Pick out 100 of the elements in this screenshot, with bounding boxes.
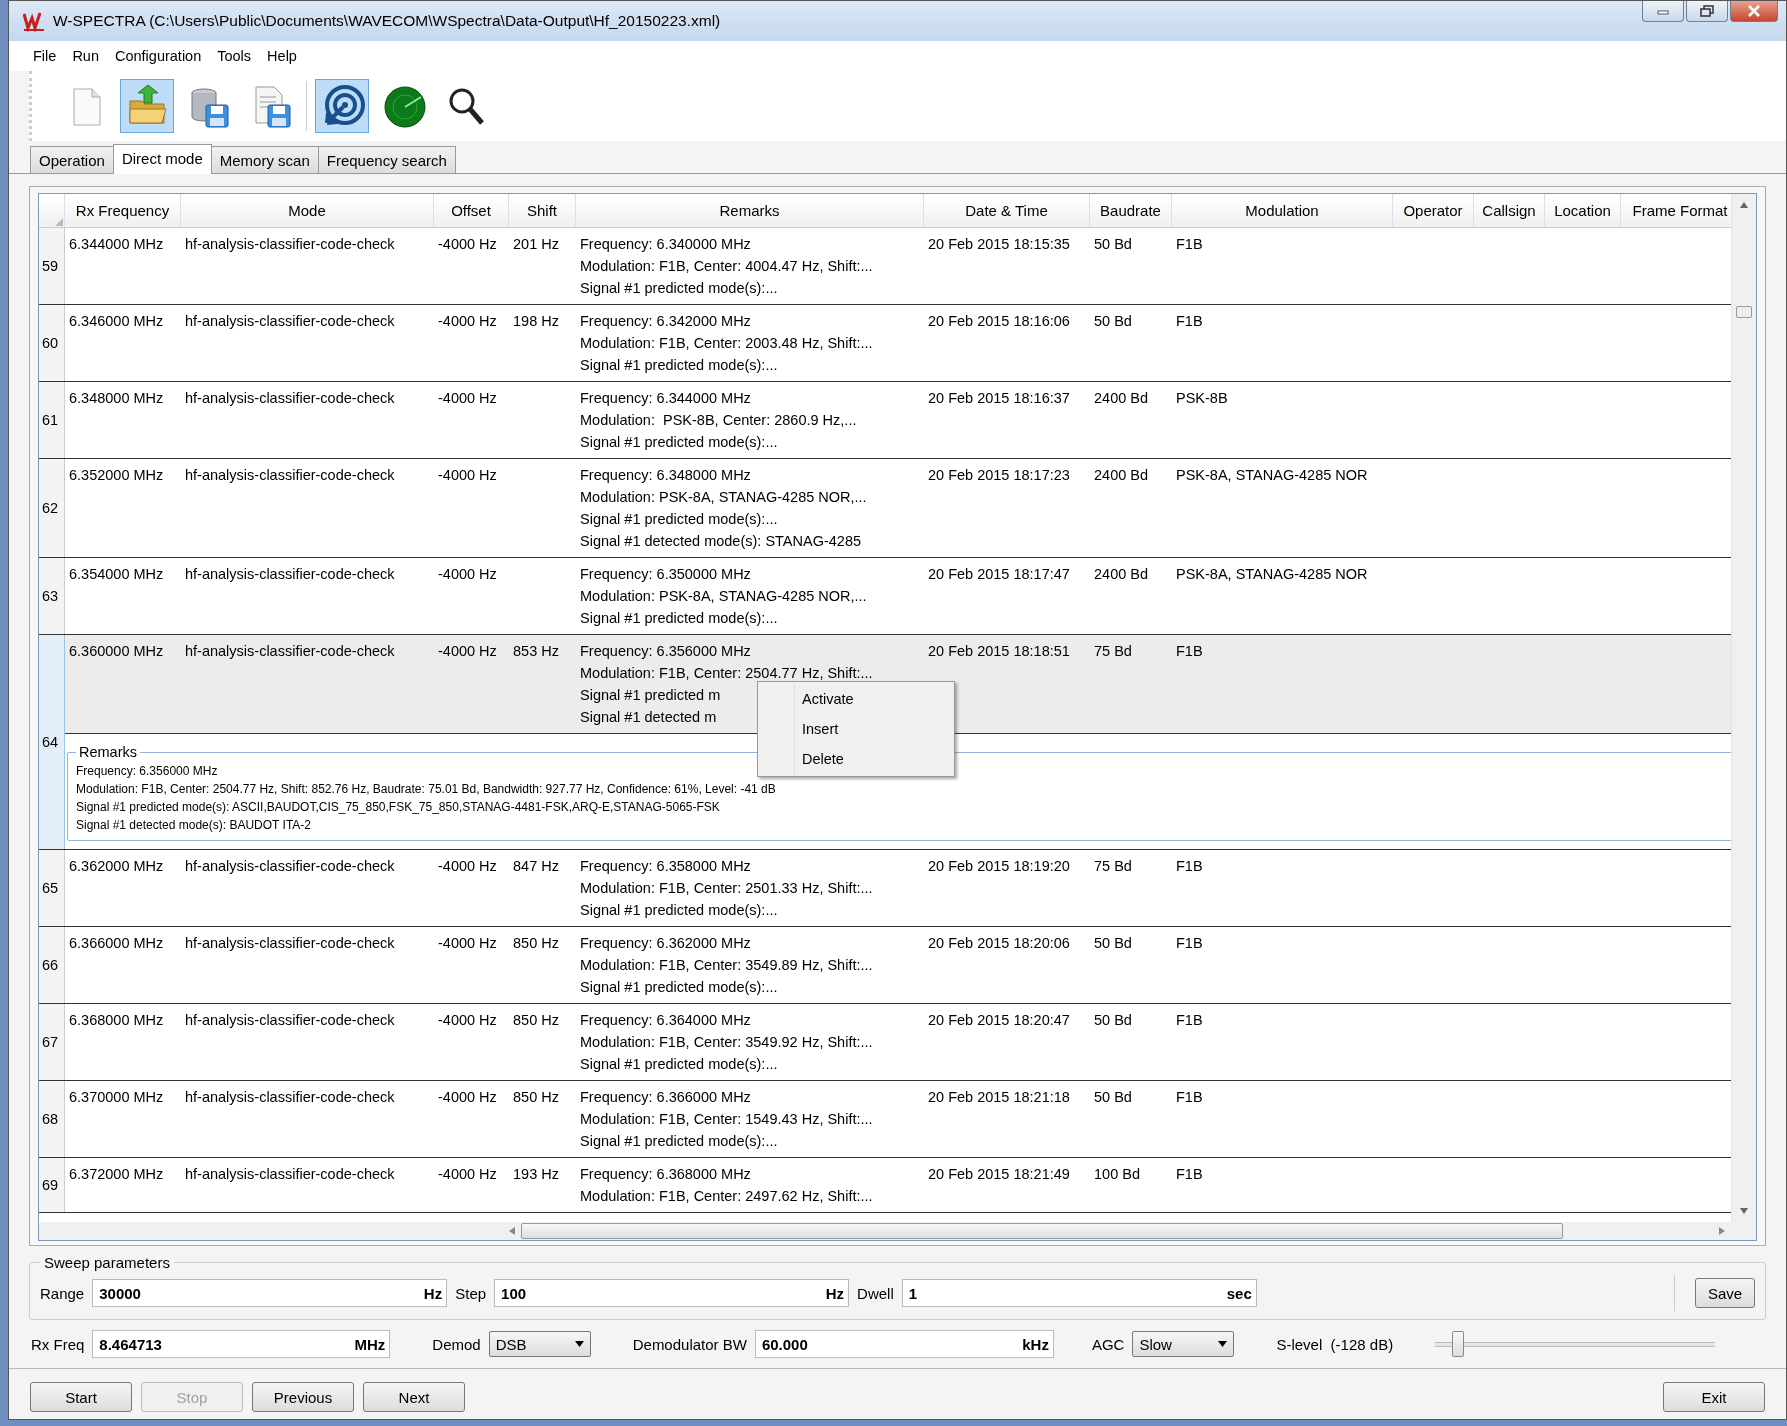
table-row[interactable]: 69 6.372000 MHz hf-analysis-classifier-code-check -4000 Hz 193 Hz Frequency: 6.368000 MHz Modulation: F1B, Center: 2497.62 Hz, Shift:... 20 Feb 2015 18:21:49 100 Bd F1B <box>39 1158 1731 1213</box>
remarks-detail-line: Signal #1 predicted mode(s): ASCII,BAUDOT,CIS_75_850,FSK_75_850,STANAG-4481-FSK,ARQ-E,STANAG-5065-FSK <box>76 800 720 814</box>
input-field[interactable]: 60.000 kHz <box>754 1330 1054 1358</box>
table-cell: 50 Bd <box>1094 1012 1132 1028</box>
table-cell: PSK-8A, STANAG-4285 NOR <box>1176 566 1368 582</box>
menu-item[interactable]: Tools <box>209 45 260 67</box>
menu-item[interactable]: File <box>25 45 65 67</box>
field-label: Demodulator BW <box>632 1335 747 1353</box>
column-header[interactable]: Modulation <box>1172 194 1393 227</box>
table-cell: F1B <box>1176 1012 1203 1028</box>
dropdown[interactable]: Slow <box>1132 1331 1235 1357</box>
vertical-scrollbar[interactable] <box>1731 194 1756 1222</box>
table-row[interactable]: 68 6.370000 MHz hf-analysis-classifier-code-check -4000 Hz 850 Hz Frequency: 6.366000 MHz Modulation: F1B, Center: 1549.43 Hz, Shift:... Signal #1 predicted mode(s):... 20 Feb 2015 18:21:18 50 Bd F1B <box>39 1081 1731 1158</box>
table-cell: hf-analysis-classifier-code-check <box>185 313 395 329</box>
row-number: 68 <box>42 1111 59 1127</box>
table-cell: 6.354000 MHz <box>69 566 164 582</box>
table-cell: 850 Hz <box>513 935 559 951</box>
action-button[interactable]: Previous <box>252 1382 354 1412</box>
minimize-icon <box>1657 7 1669 15</box>
menu-item[interactable]: Insert <box>760 714 952 744</box>
table-row[interactable]: 59 6.344000 MHz hf-analysis-classifier-code-check -4000 Hz 201 Hz Frequency: 6.340000 MHz Modulation: F1B, Center: 4004.47 Hz, Shift:... Signal #1 predicted mode(s):... 20 Feb 2015 18:15:35 50 Bd F1B <box>39 228 1731 305</box>
table-cell: 50 Bd <box>1094 1089 1132 1105</box>
table-cell: 75 Bd <box>1094 643 1132 659</box>
menu-item[interactable]: Help <box>259 45 305 67</box>
input-field[interactable]: 8.464713 MHz <box>92 1330 391 1358</box>
table-cell: hf-analysis-classifier-code-check <box>185 935 395 951</box>
table-cell: 6.366000 MHz <box>69 935 164 951</box>
table-row[interactable]: 66 6.366000 MHz hf-analysis-classifier-code-check -4000 Hz 850 Hz Frequency: 6.362000 MHz Modulation: F1B, Center: 3549.89 Hz, Shift:... Signal #1 predicted mode(s):... 20 Feb 2015 18:20:06 50 Bd F1B <box>39 927 1731 1004</box>
table-row[interactable]: 65 6.362000 MHz hf-analysis-classifier-code-check -4000 Hz 847 Hz Frequency: 6.358000 MHz Modulation: F1B, Center: 2501.33 Hz, Shift:... Signal #1 predicted mode(s):... 20 Feb 2015 18:19:20 75 Bd F1B <box>39 850 1731 927</box>
action-button[interactable]: Exit <box>1663 1382 1765 1412</box>
slider-thumb[interactable] <box>1451 1331 1464 1357</box>
table-cell: F1B <box>1176 643 1203 659</box>
maximize-button[interactable] <box>1686 1 1728 22</box>
table-cell: -4000 Hz <box>438 390 497 406</box>
column-header[interactable]: Operator <box>1393 194 1474 227</box>
table-row[interactable] <box>39 459 1731 558</box>
menu-item[interactable]: Activate <box>760 684 952 714</box>
row-number: 64 <box>42 734 59 750</box>
remarks-line: Signal #1 predicted mode(s):... <box>580 902 778 918</box>
table-cell: hf-analysis-classifier-code-check <box>185 1089 395 1105</box>
remarks-line: Frequency: 6.342000 MHz <box>580 313 751 329</box>
action-button[interactable]: Next <box>363 1382 465 1412</box>
table-cell: 20 Feb 2015 18:15:35 <box>928 236 1070 252</box>
row-number: 59 <box>42 258 59 274</box>
column-header[interactable]: Baudrate <box>1090 194 1172 227</box>
scroll-left-icon[interactable] <box>509 1227 515 1235</box>
scroll-down-icon[interactable] <box>1740 1208 1748 1214</box>
remarks-line: Frequency: 6.344000 MHz <box>580 390 751 406</box>
field-label: AGC <box>1091 1335 1125 1353</box>
table-row[interactable]: 67 6.368000 MHz hf-analysis-classifier-code-check -4000 Hz 850 Hz Frequency: 6.364000 MHz Modulation: F1B, Center: 3549.92 Hz, Shift:... Signal #1 predicted mode(s):... 20 Feb 2015 18:20:47 50 Bd F1B <box>39 1004 1731 1081</box>
field-label: Step <box>455 1284 487 1302</box>
table-cell: 6.372000 MHz <box>69 1166 164 1182</box>
minimize-button[interactable] <box>1642 1 1684 22</box>
input-field[interactable]: 30000 Hz <box>92 1279 448 1307</box>
radar-icon <box>381 83 427 129</box>
column-header[interactable]: Callsign <box>1474 194 1545 227</box>
table-cell: -4000 Hz <box>438 467 497 483</box>
column-header[interactable]: Location <box>1545 194 1621 227</box>
column-header[interactable]: Date & Time <box>924 194 1090 227</box>
close-button[interactable] <box>1730 1 1778 22</box>
action-button[interactable]: Start <box>30 1382 132 1412</box>
table-cell: hf-analysis-classifier-code-check <box>185 236 395 252</box>
table-cell: hf-analysis-classifier-code-check <box>185 1012 395 1028</box>
remarks-line: Frequency: 6.340000 MHz <box>580 236 751 252</box>
column-header[interactable]: Rx Frequency <box>65 194 181 227</box>
menu-item[interactable]: Configuration <box>107 45 210 67</box>
dropdown[interactable]: DSB <box>488 1331 591 1357</box>
input-field[interactable]: 1 sec <box>901 1279 1257 1307</box>
table-row[interactable] <box>39 635 1731 850</box>
table-cell: 20 Feb 2015 18:19:20 <box>928 858 1070 874</box>
tab[interactable]: Memory scan <box>210 146 319 173</box>
row-number: 61 <box>42 412 59 428</box>
horizontal-scrollbar[interactable] <box>39 1222 1756 1240</box>
table-cell: -4000 Hz <box>438 236 497 252</box>
table-cell: hf-analysis-classifier-code-check <box>185 467 395 483</box>
field-label: Demod <box>432 1335 481 1353</box>
table-cell: 50 Bd <box>1094 935 1132 951</box>
scrollbar-thumb[interactable] <box>1736 306 1752 318</box>
menu-item[interactable]: Run <box>64 45 107 67</box>
column-header[interactable]: Shift <box>509 194 576 227</box>
tab[interactable]: Frequency search <box>317 146 456 173</box>
table-cell: 850 Hz <box>513 1089 559 1105</box>
scroll-up-icon[interactable] <box>1740 202 1748 208</box>
menu-item[interactable]: Delete <box>760 744 952 774</box>
table-cell: 6.346000 MHz <box>69 313 164 329</box>
tab[interactable]: Direct mode <box>112 144 212 174</box>
column-header[interactable]: Offset <box>434 194 509 227</box>
column-header[interactable]: Remarks <box>576 194 924 227</box>
tab[interactable]: Operation <box>30 146 114 173</box>
table-row[interactable]: 61 6.348000 MHz hf-analysis-classifier-code-check -4000 Hz Frequency: 6.344000 MHz Modulation: PSK-8B, Center: 2860.9 Hz,... Signal #1 predicted mode(s):... 20 Feb 2015 18:16:37 2400 Bd PSK-8B <box>39 382 1731 459</box>
table-cell: 6.344000 MHz <box>69 236 164 252</box>
remarks-line: Modulation: PSK-8A, STANAG-4285 NOR,... <box>580 588 867 604</box>
input-field[interactable]: 100 Hz <box>494 1279 850 1307</box>
remarks-line: Signal #1 predicted mode(s):... <box>580 979 778 995</box>
column-header[interactable]: Mode <box>181 194 434 227</box>
table-row[interactable]: 60 6.346000 MHz hf-analysis-classifier-code-check -4000 Hz 198 Hz Frequency: 6.342000 MHz Modulation: F1B, Center: 2003.48 Hz, Shift:... Signal #1 predicted mode(s):... 20 Feb 2015 18:16:06 50 Bd F1B <box>39 305 1731 382</box>
save-button[interactable]: Save <box>1695 1278 1755 1308</box>
table-cell: F1B <box>1176 313 1203 329</box>
remarks-line: Signal #1 detected mode(s): STANAG-4285 <box>580 533 861 549</box>
scroll-right-icon[interactable] <box>1719 1227 1725 1235</box>
